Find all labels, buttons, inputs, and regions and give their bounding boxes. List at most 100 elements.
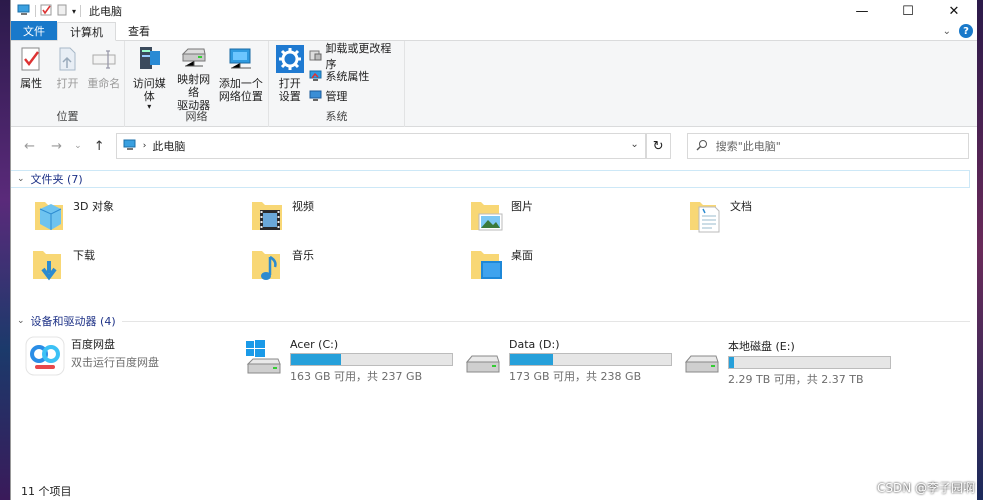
- window-controls: — ☐ ✕: [839, 0, 977, 22]
- quick-access-toolbar: ▾: [11, 4, 82, 19]
- properties-label: 属性: [20, 77, 43, 90]
- ribbon-group-location: 属性 打开 重命名 位置: [11, 41, 125, 127]
- folder-item-desktop[interactable]: 桌面: [469, 245, 533, 285]
- tab-computer[interactable]: 计算机: [57, 22, 116, 41]
- ribbon-group-system: 打开 设置 卸载或更改程序 系统属性 管理 系统: [269, 41, 405, 127]
- drive-usage-bar: [290, 353, 453, 366]
- device-item-baidu-netdisk[interactable]: 百度网盘 双击运行百度网盘: [25, 336, 159, 376]
- folder-name: 图片: [511, 200, 533, 213]
- desktop-background-left: [0, 0, 10, 500]
- section-divider: [121, 320, 970, 322]
- map-network-drive-button[interactable]: 映射网络 驱动器: [172, 45, 214, 112]
- uninstall-programs-button[interactable]: 卸载或更改程序: [309, 42, 401, 71]
- divider: [35, 5, 36, 17]
- folder-name: 下载: [73, 249, 95, 262]
- windows-system-drive-icon: [244, 338, 284, 378]
- drive-usage-fill: [291, 354, 341, 365]
- refresh-button[interactable]: ↻: [645, 133, 671, 159]
- drive-item-e[interactable]: 本地磁盘 (E:) 2.29 TB 可用，共 2.37 TB: [682, 338, 891, 387]
- group-label-network: 网络: [185, 110, 208, 123]
- breadcrumb-separator-icon[interactable]: ›: [143, 141, 147, 151]
- up-arrow-icon[interactable]: ↑: [89, 139, 110, 154]
- section-header-devices[interactable]: ⌄ 设备和驱动器 (4): [11, 312, 970, 330]
- drive-usage-fill: [510, 354, 554, 365]
- folder-name: 视频: [292, 200, 314, 213]
- properties-button[interactable]: 属性: [14, 45, 48, 107]
- drive-free-text: 2.29 TB 可用，共 2.37 TB: [728, 373, 864, 386]
- address-history-dropdown-icon[interactable]: ⌄: [630, 139, 638, 150]
- drive-d-info: Data (D:) 173 GB 可用，共 238 GB: [509, 338, 672, 384]
- section-header-folders[interactable]: ⌄ 文件夹 (7): [11, 170, 970, 188]
- search-box[interactable]: 搜索"此电脑": [686, 133, 969, 159]
- add-location-label-line1: 添加一个: [218, 77, 263, 90]
- window-title: 此电脑: [89, 5, 123, 18]
- ribbon-tabs: 文件 计算机 查看 ⌄ ?: [11, 21, 977, 41]
- computer-management-icon: [309, 89, 322, 102]
- drive-free-text: 163 GB 可用，共 237 GB: [290, 370, 423, 383]
- folder-item-videos[interactable]: 视频: [250, 196, 314, 236]
- drive-name: Acer (C:): [290, 338, 339, 351]
- tab-file[interactable]: 文件: [11, 21, 57, 40]
- hard-drive-icon: [463, 338, 503, 378]
- forward-arrow-icon[interactable]: →: [46, 139, 67, 154]
- device-name: 百度网盘: [71, 338, 115, 351]
- ribbon-group-network: 访问媒体 ▾ 映射网络 驱动器 添加一个 网络位置 网络: [125, 41, 269, 127]
- drive-usage-bar: [728, 356, 891, 369]
- close-button[interactable]: ✕: [931, 0, 977, 22]
- address-bar[interactable]: › 此电脑 ⌄: [115, 133, 646, 159]
- device-subtitle: 双击运行百度网盘: [71, 356, 159, 369]
- manage-label: 管理: [325, 89, 348, 103]
- new-folder-icon[interactable]: [56, 4, 68, 19]
- network-location-icon: [227, 45, 255, 73]
- properties-check-icon[interactable]: [40, 4, 52, 19]
- open-label: 打开: [56, 77, 79, 90]
- open-settings-label-line2: 设置: [278, 90, 301, 103]
- desktop-folder-icon: [469, 245, 505, 285]
- folder-item-downloads[interactable]: 下载: [31, 245, 95, 285]
- open-button[interactable]: 打开: [50, 45, 84, 107]
- ribbon: 属性 打开 重命名 位置 访问媒体 ▾ 映射网络 驱动器 添加一个 网络位置 网…: [11, 41, 977, 127]
- watermark: CSDN @李子园啊: [876, 481, 975, 495]
- system-properties-button[interactable]: 系统属性: [309, 67, 401, 84]
- folder-item-pictures[interactable]: 图片: [469, 196, 533, 236]
- back-arrow-icon[interactable]: ←: [19, 139, 40, 154]
- devices-grid: 百度网盘 双击运行百度网盘 Acer (C:) 163 GB 可用，共 237 …: [11, 330, 977, 400]
- access-media-button[interactable]: 访问媒体 ▾: [128, 45, 170, 111]
- add-network-location-button[interactable]: 添加一个 网络位置: [217, 45, 265, 107]
- rename-button[interactable]: 重命名: [87, 45, 121, 107]
- refresh-icon: ↻: [652, 138, 664, 154]
- content-pane: ⌄ 文件夹 (7) 3D 对象 视频 图片 文档 下载 音乐 桌面 ⌄ 设备和驱…: [11, 166, 977, 482]
- customize-dropdown-icon[interactable]: ▾: [72, 7, 76, 16]
- breadcrumb-location[interactable]: 此电脑: [152, 138, 185, 154]
- tab-view[interactable]: 查看: [116, 21, 162, 40]
- search-icon: [696, 139, 708, 154]
- recent-locations-chevron-icon[interactable]: ⌄: [73, 141, 83, 151]
- 3d-objects-folder-icon: [31, 196, 67, 236]
- collapse-chevron-icon[interactable]: ⌄: [17, 174, 25, 184]
- folder-item-documents[interactable]: 文档: [688, 196, 752, 236]
- folder-item-3d-objects[interactable]: 3D 对象: [31, 196, 114, 236]
- system-properties-label: 系统属性: [325, 69, 370, 83]
- access-media-label: 访问媒体: [132, 77, 166, 103]
- help-icon[interactable]: ?: [959, 24, 973, 38]
- open-settings-button[interactable]: 打开 设置: [272, 45, 307, 107]
- manage-button[interactable]: 管理: [309, 87, 401, 104]
- ribbon-right-controls: ⌄ ?: [943, 24, 973, 38]
- drive-item-d[interactable]: Data (D:) 173 GB 可用，共 238 GB: [463, 338, 672, 384]
- drive-usage-fill: [729, 357, 734, 368]
- system-properties-icon: [309, 69, 322, 82]
- desktop-background-right: [977, 0, 983, 500]
- drive-item-c[interactable]: Acer (C:) 163 GB 可用，共 237 GB: [244, 338, 453, 384]
- minimize-button[interactable]: —: [839, 0, 885, 22]
- maximize-button[interactable]: ☐: [885, 0, 931, 22]
- folder-item-music[interactable]: 音乐: [250, 245, 314, 285]
- media-server-icon: [135, 45, 163, 73]
- drive-usage-bar: [509, 353, 672, 366]
- ribbon-collapse-chevron-icon[interactable]: ⌄: [943, 26, 951, 37]
- folder-name: 3D 对象: [73, 200, 114, 213]
- devices-header-label: 设备和驱动器 (4): [30, 315, 116, 328]
- add-location-label-line2: 网络位置: [218, 90, 263, 103]
- uninstall-icon: [309, 49, 322, 62]
- drive-name: 本地磁盘 (E:): [728, 340, 795, 353]
- collapse-chevron-icon[interactable]: ⌄: [17, 316, 25, 326]
